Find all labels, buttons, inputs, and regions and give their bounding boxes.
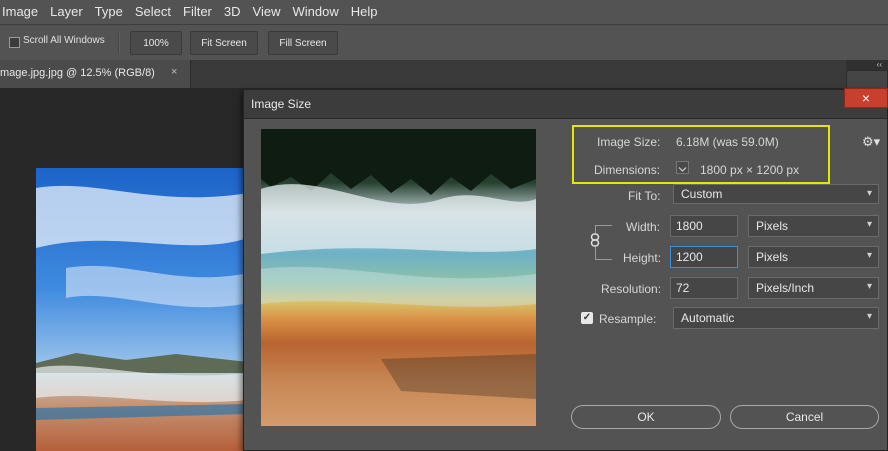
resolution-unit-value: Pixels/Inch bbox=[756, 281, 815, 295]
dialog-close-button[interactable]: × bbox=[844, 88, 888, 108]
resolution-label: Resolution: bbox=[601, 282, 662, 296]
scroll-all-windows-label: Scroll All Windows bbox=[23, 35, 105, 46]
close-icon[interactable]: × bbox=[171, 66, 177, 78]
gear-icon[interactable]: ⚙▾ bbox=[862, 134, 880, 150]
scroll-all-windows-checkbox[interactable] bbox=[9, 37, 20, 48]
document-tab-bar: mage.jpg.jpg @ 12.5% (RGB/8) × bbox=[0, 60, 888, 88]
image-size-value: 6.18M (was 59.0M) bbox=[676, 135, 779, 149]
zoom-100-button[interactable]: 100% bbox=[130, 31, 182, 55]
menu-image[interactable]: Image bbox=[0, 0, 44, 24]
options-bar: Scroll All Windows 100% Fit Screen Fill … bbox=[0, 24, 888, 61]
dialog-title: Image Size bbox=[251, 97, 312, 111]
resample-dropdown[interactable]: Automatic ▾ bbox=[673, 307, 879, 329]
options-separator bbox=[118, 32, 120, 54]
dimensions-value: 1800 px × 1200 px bbox=[700, 163, 800, 177]
menu-3d[interactable]: 3D bbox=[218, 0, 247, 24]
cancel-button[interactable]: Cancel bbox=[730, 405, 879, 429]
menu-view[interactable]: View bbox=[247, 0, 287, 24]
resolution-input[interactable]: 72 bbox=[670, 277, 738, 299]
menu-help[interactable]: Help bbox=[345, 0, 384, 24]
resample-checkbox[interactable]: ✓ bbox=[581, 312, 593, 324]
resolution-unit-dropdown[interactable]: Pixels/Inch ▾ bbox=[748, 277, 879, 299]
chevron-down-icon: ▾ bbox=[866, 188, 872, 199]
collapse-panels-icon[interactable]: ‹‹ bbox=[846, 60, 888, 70]
height-unit-value: Pixels bbox=[756, 250, 789, 264]
close-icon: × bbox=[861, 90, 871, 106]
chevron-down-icon bbox=[678, 167, 687, 172]
image-preview[interactable] bbox=[261, 129, 536, 426]
dialog-titlebar[interactable]: Image Size bbox=[244, 90, 887, 119]
menu-window[interactable]: Window bbox=[286, 0, 344, 24]
height-input[interactable]: 1200 bbox=[670, 246, 738, 268]
width-unit-dropdown[interactable]: Pixels ▾ bbox=[748, 215, 879, 237]
image-size-dialog: Image Size × Image Size: 6.18M (was 59.0… bbox=[243, 88, 888, 451]
chevron-down-icon: ▾ bbox=[866, 281, 872, 292]
constrain-bracket bbox=[595, 247, 612, 260]
chevron-down-icon: ▾ bbox=[866, 250, 872, 261]
resample-label: Resample: bbox=[599, 312, 657, 326]
image-size-label: Image Size: bbox=[597, 135, 661, 149]
width-input[interactable]: 1800 bbox=[670, 215, 738, 237]
dimensions-label: Dimensions: bbox=[594, 163, 661, 177]
width-unit-value: Pixels bbox=[756, 219, 789, 233]
document-tab[interactable]: mage.jpg.jpg @ 12.5% (RGB/8) × bbox=[0, 60, 191, 88]
link-icon[interactable] bbox=[589, 233, 601, 247]
menu-type[interactable]: Type bbox=[89, 0, 129, 24]
fit-to-label: Fit To: bbox=[628, 189, 661, 203]
chevron-down-icon: ▾ bbox=[866, 219, 872, 230]
fit-to-value: Custom bbox=[681, 187, 723, 201]
ok-button[interactable]: OK bbox=[571, 405, 721, 429]
height-label: Height: bbox=[623, 251, 662, 265]
fill-screen-button[interactable]: Fill Screen bbox=[268, 31, 338, 55]
document-tab-label: mage.jpg.jpg @ 12.5% (RGB/8) bbox=[0, 67, 155, 79]
resample-value: Automatic bbox=[681, 311, 735, 325]
canvas-image bbox=[36, 168, 248, 451]
width-label: Width: bbox=[626, 220, 661, 234]
dimensions-unit-dropdown[interactable] bbox=[676, 161, 689, 174]
fit-to-dropdown[interactable]: Custom ▾ bbox=[673, 184, 879, 204]
menu-filter[interactable]: Filter bbox=[177, 0, 218, 24]
menu-select[interactable]: Select bbox=[129, 0, 177, 24]
fit-screen-button[interactable]: Fit Screen bbox=[190, 31, 258, 55]
height-unit-dropdown[interactable]: Pixels ▾ bbox=[748, 246, 879, 268]
checkbox-icon: ✓ bbox=[582, 312, 592, 323]
menu-layer[interactable]: Layer bbox=[44, 0, 89, 24]
menu-bar: Image Layer Type Select Filter 3D View W… bbox=[0, 0, 888, 24]
chevron-down-icon: ▾ bbox=[866, 311, 872, 322]
